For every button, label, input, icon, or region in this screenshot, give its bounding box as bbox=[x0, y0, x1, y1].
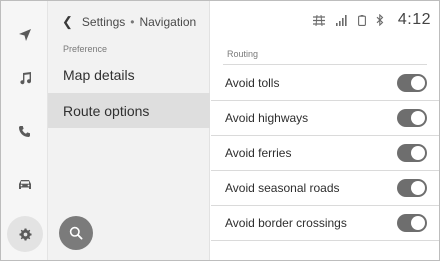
media-button[interactable] bbox=[1, 58, 48, 98]
avoid-seasonal-roads-toggle[interactable] bbox=[397, 179, 427, 197]
toggle-knob bbox=[411, 216, 425, 230]
avoid-border-crossings-toggle[interactable] bbox=[397, 214, 427, 232]
phone-battery-icon bbox=[357, 14, 366, 26]
navigation-button[interactable] bbox=[1, 15, 48, 55]
breadcrumb: ❮ Settings • Navigation bbox=[62, 14, 196, 30]
status-bar: 4:12 bbox=[302, 11, 431, 29]
toggle-knob bbox=[411, 181, 425, 195]
option-avoid-highways[interactable]: Avoid highways bbox=[211, 101, 439, 136]
option-avoid-border-crossings[interactable]: Avoid border crossings bbox=[211, 206, 439, 241]
option-avoid-ferries[interactable]: Avoid ferries bbox=[211, 136, 439, 171]
bluetooth-icon bbox=[376, 14, 384, 26]
avoid-tolls-toggle[interactable] bbox=[397, 74, 427, 92]
option-label: Avoid seasonal roads bbox=[225, 181, 340, 195]
routing-section-label: Routing bbox=[227, 49, 259, 59]
option-avoid-tolls[interactable]: Avoid tolls bbox=[211, 66, 439, 101]
settings-button[interactable] bbox=[7, 216, 43, 252]
app-rail bbox=[1, 1, 48, 260]
option-label: Avoid border crossings bbox=[225, 216, 347, 230]
avoid-ferries-toggle[interactable] bbox=[397, 144, 427, 162]
option-label: Avoid ferries bbox=[225, 146, 292, 160]
menu-item-label: Map details bbox=[63, 66, 135, 83]
car-icon bbox=[18, 180, 31, 189]
back-chevron-icon[interactable]: ❮ bbox=[62, 14, 73, 29]
option-avoid-seasonal-roads[interactable]: Avoid seasonal roads bbox=[211, 171, 439, 206]
navigation-arrow-icon bbox=[18, 29, 31, 41]
option-label: Avoid highways bbox=[225, 111, 309, 125]
clock: 4:12 bbox=[397, 11, 431, 28]
breadcrumb-parent[interactable]: Settings bbox=[82, 15, 125, 29]
menu-item-map-details[interactable]: Map details bbox=[48, 57, 210, 92]
traffic-icon bbox=[312, 14, 326, 26]
option-label: Avoid tolls bbox=[225, 76, 280, 90]
breadcrumb-separator: • bbox=[130, 15, 135, 29]
signal-bars-icon bbox=[335, 14, 348, 26]
search-button[interactable] bbox=[59, 216, 93, 250]
route-options-panel: 4:12 Routing Avoid tolls Avoid highways … bbox=[211, 1, 439, 260]
preference-section-label: Preference bbox=[63, 44, 108, 54]
gear-icon bbox=[18, 227, 32, 241]
vehicle-button[interactable] bbox=[1, 165, 48, 205]
toggle-knob bbox=[411, 76, 425, 90]
music-note-icon bbox=[19, 72, 31, 85]
phone-button[interactable] bbox=[1, 111, 48, 151]
settings-menu-panel: ❮ Settings • Navigation Preference Map deta… bbox=[48, 1, 210, 260]
toggle-knob bbox=[411, 146, 425, 160]
toggle-knob bbox=[411, 111, 425, 125]
breadcrumb-current: Navigation bbox=[139, 15, 197, 29]
divider bbox=[223, 64, 427, 65]
menu-item-label: Route options bbox=[63, 102, 150, 119]
phone-icon bbox=[19, 125, 30, 137]
avoid-highways-toggle[interactable] bbox=[397, 109, 427, 127]
search-icon bbox=[69, 226, 83, 240]
menu-item-route-options[interactable]: Route options bbox=[48, 93, 210, 128]
